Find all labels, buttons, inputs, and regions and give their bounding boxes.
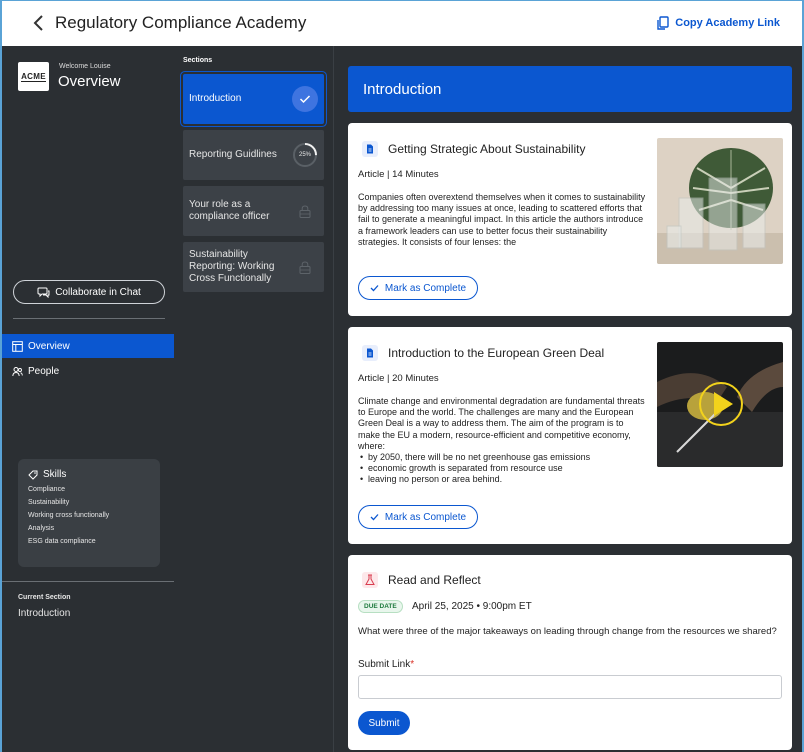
skill-item: Analysis <box>28 525 55 532</box>
collaborate-label: Collaborate in Chat <box>55 286 141 298</box>
bullet-item: by 2050, there will be no net greenhouse… <box>358 452 646 463</box>
sidebar-item-label: Overview <box>28 340 70 352</box>
skills-heading: Skills <box>28 469 150 480</box>
section-item-introduction[interactable]: Introduction <box>181 72 326 126</box>
article-card: Getting Strategic About Sustainability A… <box>348 123 792 316</box>
article-card: Introduction to the European Green Deal … <box>348 327 792 544</box>
layout-icon <box>12 340 23 352</box>
tag-icon <box>28 470 38 480</box>
reflect-title: Read and Reflect <box>388 573 481 587</box>
lock-icon <box>299 204 311 218</box>
sidebar-item-overview[interactable]: Overview <box>2 334 174 358</box>
plant-image <box>657 138 783 264</box>
logo-text: ACME <box>21 71 46 82</box>
submit-link-text: Submit Link <box>358 659 411 670</box>
mark-complete-button[interactable]: Mark as Complete <box>358 505 478 529</box>
sidebar-item-people[interactable]: People <box>2 359 174 383</box>
article-meta: Article | 20 Minutes <box>358 373 439 384</box>
progress-percent: 25% <box>298 152 311 158</box>
article-bullets: by 2050, there will be no net greenhouse… <box>358 452 646 486</box>
submit-link-input[interactable] <box>358 675 782 699</box>
required-marker: * <box>410 659 415 670</box>
sections-panel: Sections Introduction Reporting Guidline… <box>174 46 334 752</box>
lock-icon <box>299 260 311 274</box>
check-circle-icon <box>292 86 318 112</box>
article-thumbnail[interactable] <box>657 138 783 264</box>
check-icon <box>370 514 379 521</box>
skills-heading-label: Skills <box>43 469 67 480</box>
skill-item: ESG data compliance <box>28 538 96 545</box>
article-description: Climate change and environmental degrada… <box>358 396 646 486</box>
collaborate-in-chat-button[interactable]: Collaborate in Chat <box>13 280 165 304</box>
acme-logo: ACME <box>18 62 49 91</box>
document-icon <box>362 141 378 157</box>
page-title: Regulatory Compliance Academy <box>55 13 307 32</box>
article-paragraph: Climate change and environmental degrada… <box>358 396 645 451</box>
copy-academy-link-button[interactable]: Copy Academy Link <box>657 16 780 30</box>
sidebar: ACME Welcome Louise Overview Collaborate… <box>0 46 174 752</box>
due-date-text: April 25, 2025 • 9:00pm ET <box>412 601 532 612</box>
submit-link-label: Submit Link* <box>358 659 414 670</box>
skills-panel: Skills Compliance Sustainability Working… <box>18 459 160 567</box>
section-item-reporting-guidlines[interactable]: Reporting Guidlines 25% <box>183 130 324 180</box>
check-icon <box>370 285 379 292</box>
document-icon <box>362 345 378 361</box>
sidebar-divider <box>13 318 165 319</box>
app-header: Regulatory Compliance Academy Copy Acade… <box>0 0 804 46</box>
due-date-badge: DUE DATE <box>358 600 403 613</box>
people-icon <box>12 366 23 376</box>
chat-icon <box>37 287 50 298</box>
mark-complete-label: Mark as Complete <box>384 282 467 294</box>
copy-icon <box>657 16 669 30</box>
sidebar-divider <box>2 581 174 582</box>
reflect-card: Read and Reflect DUE DATE April 25, 2025… <box>348 555 792 750</box>
bullet-item: leaving no person or area behind. <box>358 474 646 485</box>
copy-link-label: Copy Academy Link <box>675 17 780 29</box>
article-title[interactable]: Getting Strategic About Sustainability <box>388 142 585 156</box>
flask-icon <box>362 572 378 588</box>
article-title[interactable]: Introduction to the European Green Deal <box>388 346 604 360</box>
mark-complete-button[interactable]: Mark as Complete <box>358 276 478 300</box>
skill-item: Working cross functionally <box>28 512 110 519</box>
mark-complete-label: Mark as Complete <box>384 511 467 523</box>
main-content: Introduction Getting Strategic About Sus… <box>335 46 804 752</box>
section-banner: Introduction <box>348 66 792 112</box>
video-image <box>657 342 783 467</box>
article-meta: Article | 14 Minutes <box>358 169 439 180</box>
video-thumbnail[interactable] <box>657 342 783 467</box>
bullet-item: economic growth is separated from resour… <box>358 463 646 474</box>
sidebar-title: Overview <box>58 73 121 90</box>
section-item-compliance-officer[interactable]: Your role as a compliance officer <box>183 186 324 236</box>
section-item-sustainability-reporting[interactable]: Sustainability Reporting: Working Cross … <box>183 242 324 292</box>
sections-label: Sections <box>183 57 213 64</box>
article-description: Companies often overextend themselves wh… <box>358 192 646 247</box>
welcome-text: Welcome Louise <box>59 63 111 70</box>
reflect-question: What were three of the major takeaways o… <box>358 626 777 637</box>
back-chevron-icon[interactable] <box>32 14 46 32</box>
current-section-value: Introduction <box>18 608 71 619</box>
sidebar-item-label: People <box>28 365 60 377</box>
progress-ring-icon: 25% <box>292 142 318 168</box>
current-section-label: Current Section <box>18 594 71 601</box>
skill-item: Sustainability <box>28 499 70 506</box>
skill-item: Compliance <box>28 486 65 493</box>
submit-button[interactable]: Submit <box>358 711 410 735</box>
